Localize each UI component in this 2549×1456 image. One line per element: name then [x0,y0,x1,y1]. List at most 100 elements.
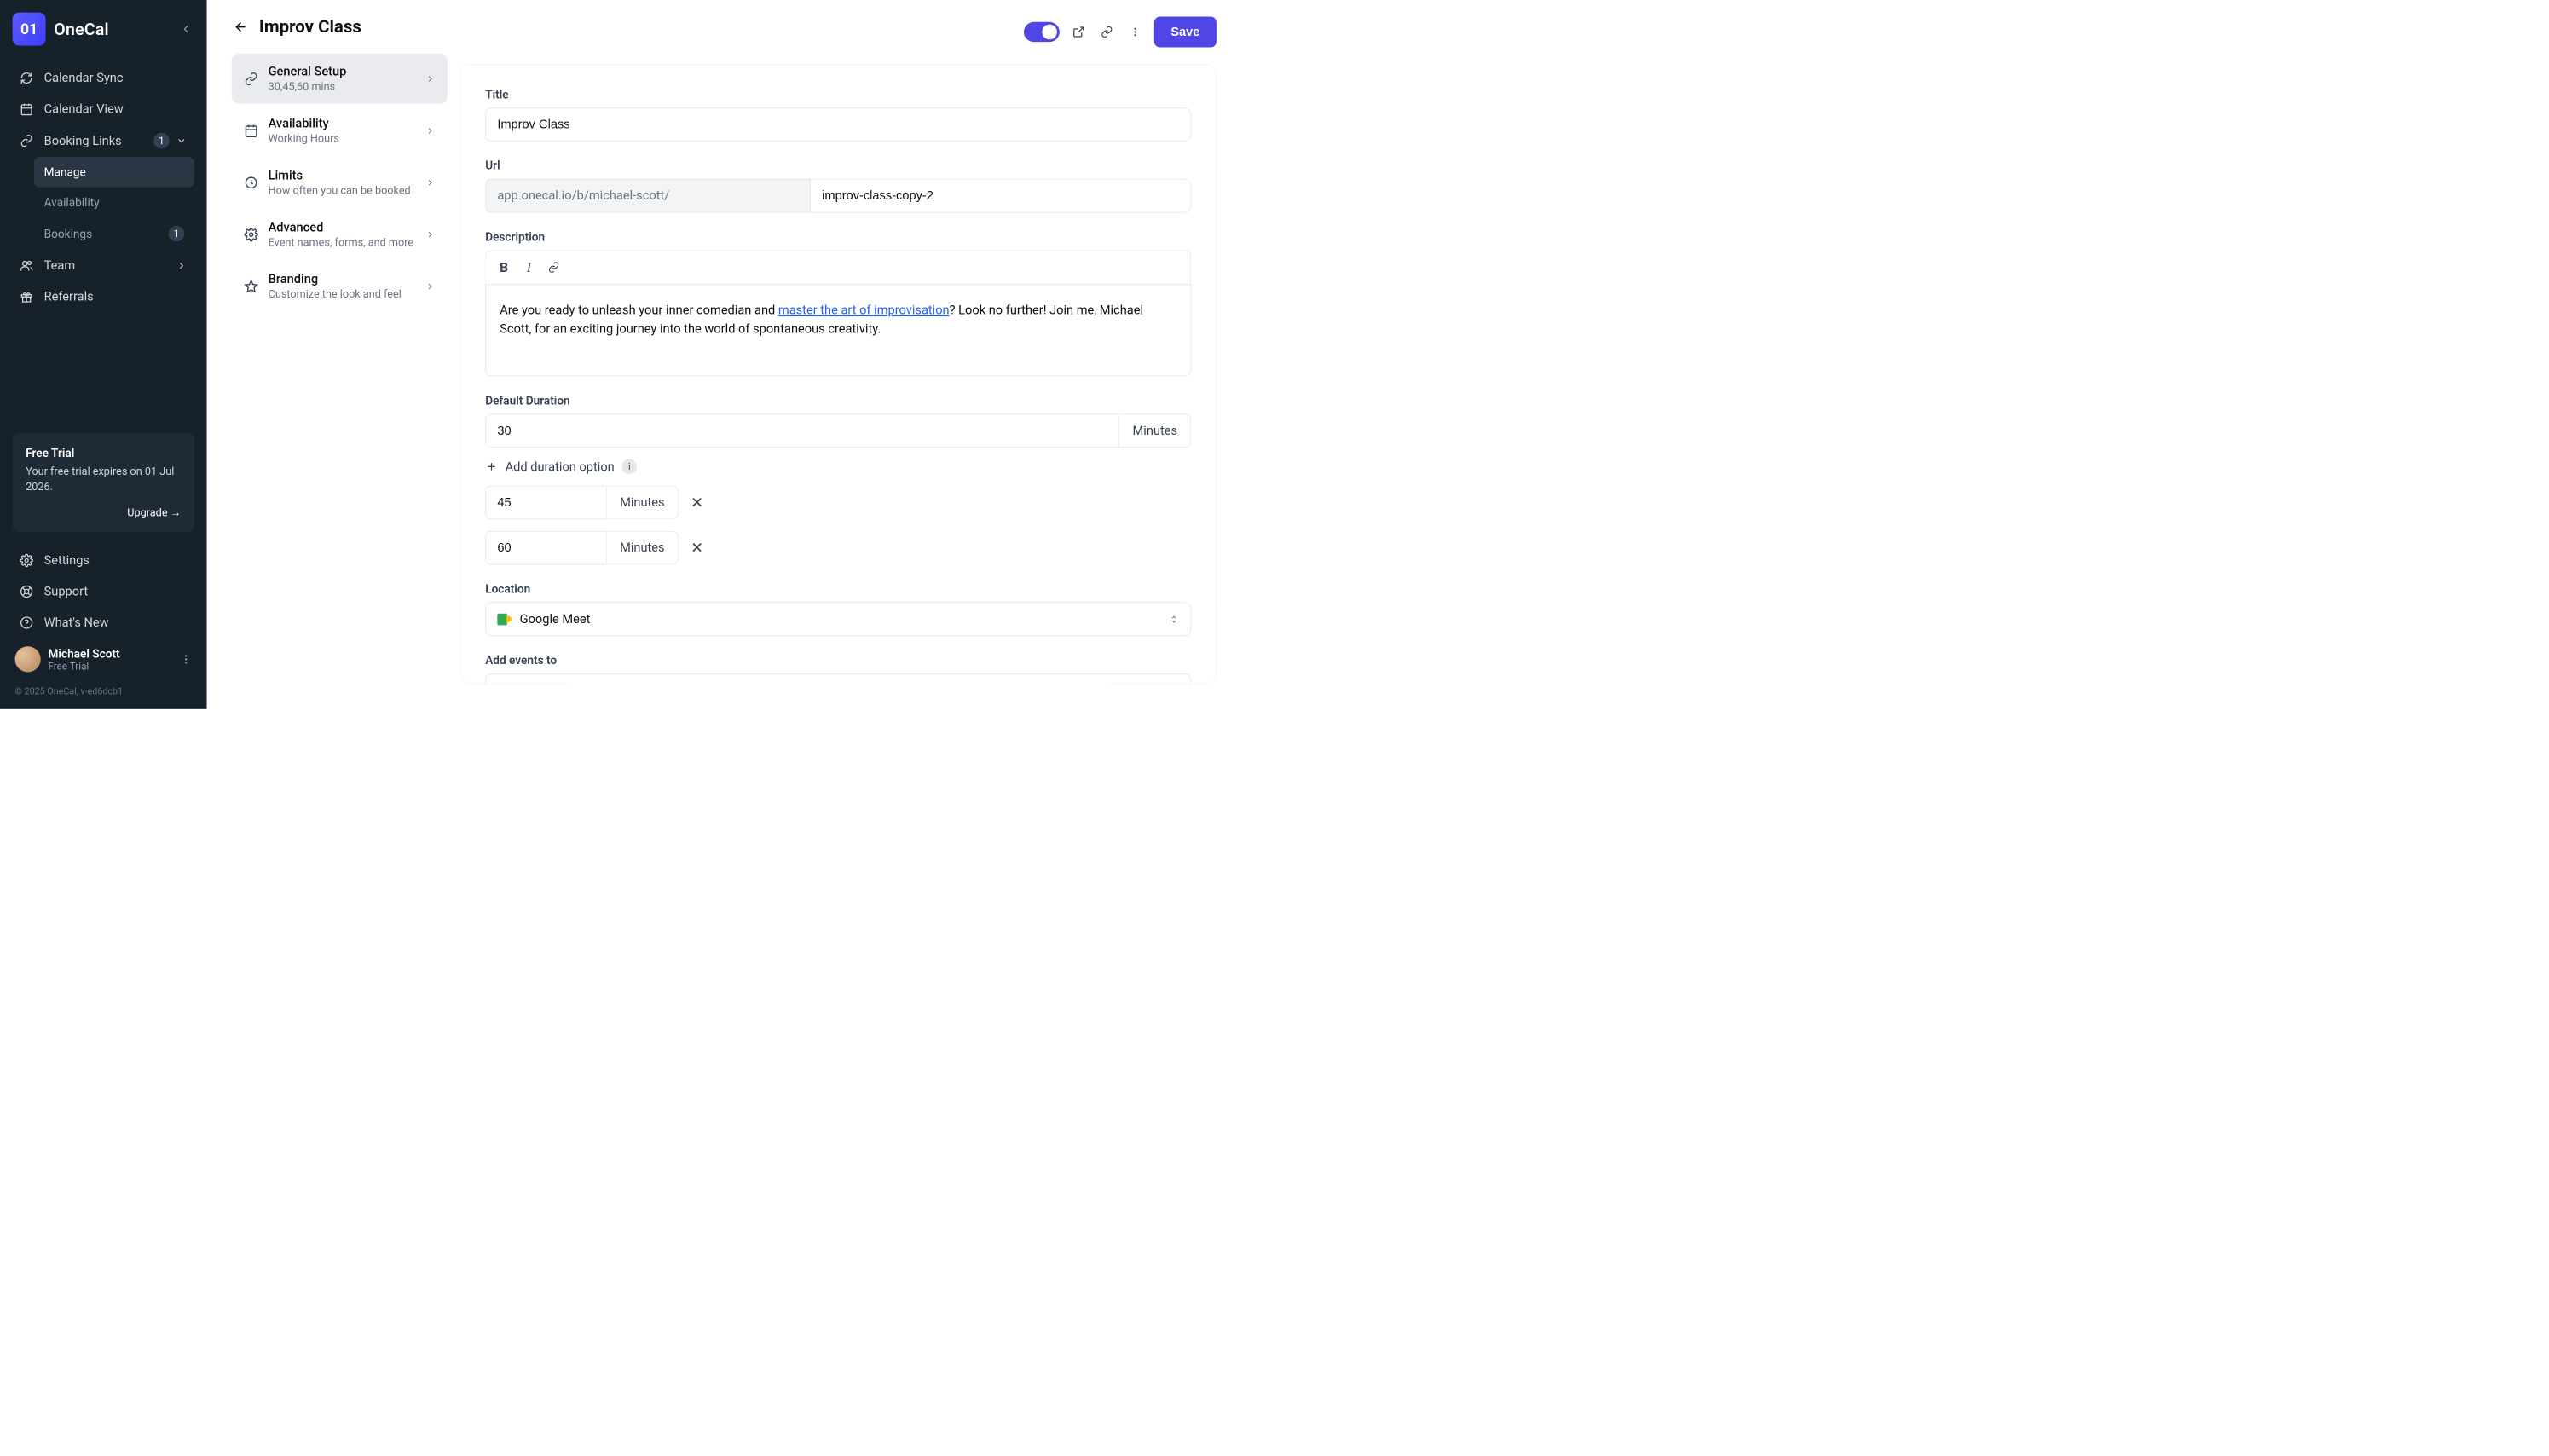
nav-label: Booking Links [44,134,122,148]
italic-button[interactable]: I [518,257,540,278]
nav-referrals[interactable]: Referrals [13,281,194,313]
duration-option-input[interactable] [485,486,606,519]
url-slug-input[interactable] [810,179,1191,212]
chevron-down-icon [176,136,187,147]
help-icon [20,615,35,629]
trial-body: Your free trial expires on 01 Jul 2026. [26,465,181,494]
url-prefix: app.onecal.io/b/michael-scott/ [485,179,810,212]
duration-option-row: Minutes ✕ [485,531,1191,564]
tab-label: Advanced [269,220,415,234]
location-label: Location [485,582,1191,596]
copyright: © 2025 OneCal, v-ed6dcb1 [13,680,194,709]
more-menu-button[interactable] [1126,23,1144,41]
trial-card: Free Trial Your free trial expires on 01… [13,433,194,532]
subnav-manage[interactable]: Manage [34,157,194,188]
description-editor[interactable]: Are you ready to unleash your inner come… [485,284,1191,376]
nav-calendar-sync[interactable]: Calendar Sync [13,62,194,94]
tab-label: Limits [269,168,415,182]
remove-option-button[interactable]: ✕ [691,494,703,511]
desc-link[interactable]: master the art of improvisation [778,303,950,318]
avatar [15,646,41,672]
tab-sub: Working Hours [269,132,415,145]
nav-whatsnew[interactable]: What's New [13,607,194,638]
add-duration-option[interactable]: Add duration option i [485,459,1191,475]
nav-support[interactable]: Support [13,575,194,607]
add-option-label: Add duration option [506,459,615,474]
duration-unit: Minutes [1119,414,1191,448]
location-select[interactable]: Google Meet [485,603,1191,636]
link-icon [20,134,35,147]
select-chevron-icon [1169,615,1179,625]
nav-badge: 1 [153,133,170,149]
plus-icon [485,460,498,473]
info-icon[interactable]: i [622,459,638,475]
copy-link-button[interactable] [1098,23,1116,41]
addevents-label: Add events to [485,654,1191,667]
chevron-right-icon [425,177,436,188]
tab-availability[interactable]: Availability Working Hours [232,106,448,156]
subnav-label: Availability [44,195,100,209]
nav-label: Calendar Sync [44,71,124,85]
duration-option-row: Minutes ✕ [485,486,1191,519]
gear-icon [244,228,258,242]
collapse-sidebar-button[interactable] [177,20,194,37]
tab-advanced[interactable]: Advanced Event names, forms, and more [232,209,448,259]
tab-sub: 30,45,60 mins [269,80,415,93]
gift-icon [20,290,35,303]
user-plan: Free Trial [48,661,119,673]
clock-icon [244,176,258,190]
nav-label: Team [44,258,76,273]
bold-button[interactable]: B [494,257,515,278]
user-name: Michael Scott [48,647,119,661]
chevron-right-icon [425,125,436,136]
editor: Save Title Url app.onecal.io/b/michael-s… [460,0,1242,709]
subnav-availability[interactable]: Availability [34,188,194,218]
rte-toolbar: B I [485,251,1191,284]
nav-label: Settings [44,553,90,568]
duration-label: Default Duration [485,394,1191,407]
team-icon [20,259,35,273]
title-input[interactable] [485,108,1191,142]
tab-branding[interactable]: Branding Customize the look and feel [232,261,448,311]
duration-unit: Minutes [607,531,679,564]
nav-settings[interactable]: Settings [13,545,194,576]
description-label: Description [485,230,1191,244]
nav-label: Calendar View [44,101,124,116]
save-button[interactable]: Save [1154,16,1217,47]
tab-limits[interactable]: Limits How often you can be booked [232,158,448,208]
logo-row: 01 OneCal [13,13,194,46]
config-panel: Improv Class General Setup 30,45,60 mins… [207,0,460,709]
link-button[interactable] [543,257,564,278]
duration-option-input[interactable] [485,531,606,564]
nav-label: What's New [44,615,109,630]
tab-sub: Customize the look and feel [269,288,415,301]
subnav-bookings[interactable]: Bookings 1 [34,217,194,250]
location-value: Google Meet [520,612,591,627]
nav-calendar-view[interactable]: Calendar View [13,94,194,125]
lifebuoy-icon [20,585,35,598]
desc-text: Are you ready to unleash your inner come… [500,303,778,318]
user-menu[interactable]: Michael Scott Free Trial [13,638,194,681]
title-label: Title [485,88,1191,101]
tab-label: General Setup [269,64,415,78]
back-button[interactable] [232,18,250,36]
addevents-select[interactable]: Paper Company (michaelscott@papaercompan… [485,673,1191,684]
calendar-icon [244,124,258,138]
tab-general-setup[interactable]: General Setup 30,45,60 mins [232,54,448,104]
remove-option-button[interactable]: ✕ [691,539,703,556]
logo-text: OneCal [54,20,109,39]
enabled-toggle[interactable] [1024,22,1060,42]
upgrade-link[interactable]: Upgrade → [26,506,181,519]
tab-label: Availability [269,116,415,130]
addevents-value: Paper Company (michaelscott@papaercompan… [519,684,818,685]
open-external-button[interactable] [1069,23,1087,41]
subnav-label: Manage [44,165,86,179]
nav-booking-links[interactable]: Booking Links 1 [13,124,194,157]
gear-icon [20,553,35,567]
form-card: Title Url app.onecal.io/b/michael-scott/… [460,64,1217,685]
google-meet-icon [497,614,512,626]
kebab-icon[interactable] [180,654,192,666]
nav-team[interactable]: Team [13,250,194,281]
default-duration-input[interactable] [485,414,1119,448]
nav-label: Referrals [44,289,94,303]
